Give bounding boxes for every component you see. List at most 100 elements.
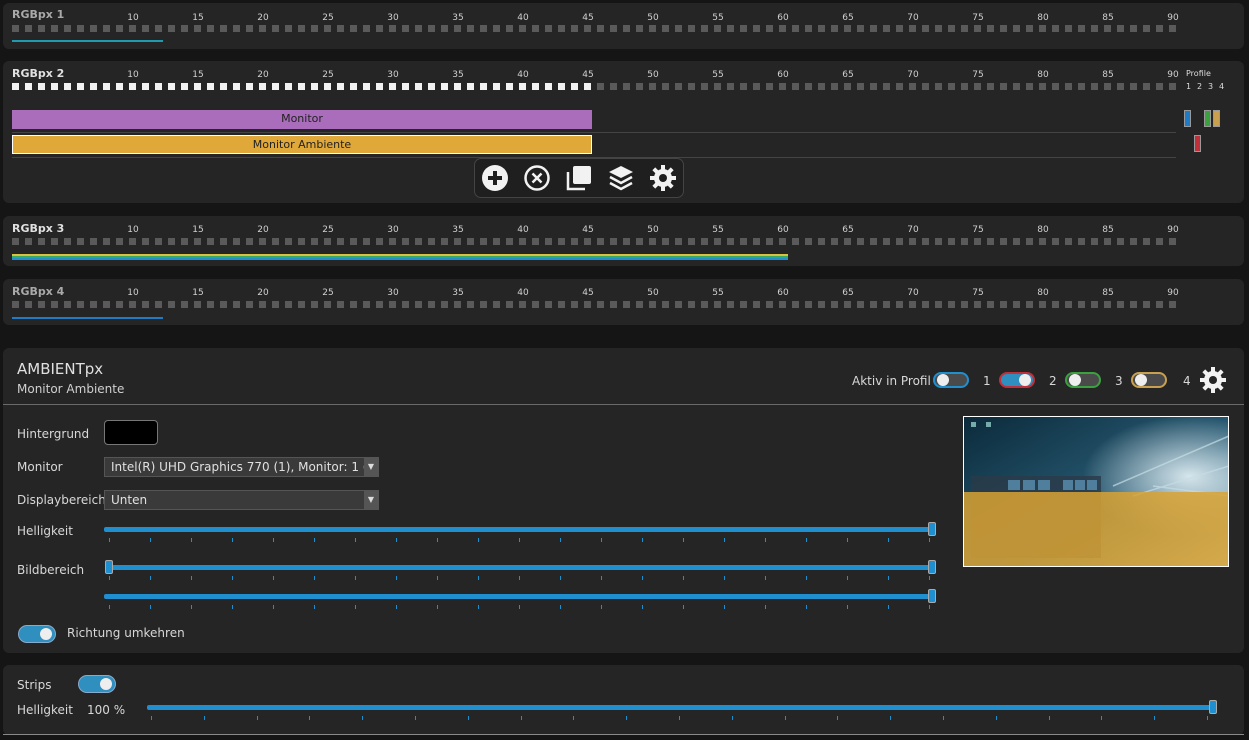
led	[337, 301, 344, 308]
led	[103, 83, 110, 90]
led	[610, 83, 617, 90]
led	[831, 83, 838, 90]
led	[623, 238, 630, 245]
gear-icon[interactable]	[649, 164, 677, 192]
led	[311, 301, 318, 308]
led	[454, 25, 461, 32]
led	[1091, 238, 1098, 245]
background-color-swatch[interactable]	[104, 420, 158, 445]
led	[675, 301, 682, 308]
led	[818, 25, 825, 32]
strip-title: RGBpx 3	[12, 222, 65, 235]
led	[1156, 83, 1163, 90]
profile-toggle-3[interactable]	[1065, 372, 1101, 388]
tick-mark	[467, 716, 469, 720]
led	[363, 301, 370, 308]
led	[155, 83, 162, 90]
led	[233, 25, 240, 32]
monitor-select[interactable]: Intel(R) UHD Graphics 770 (1), Monitor: …	[104, 457, 379, 477]
strip-color-bar	[12, 317, 163, 319]
led	[870, 238, 877, 245]
led	[935, 83, 942, 90]
led	[935, 238, 942, 245]
reverse-direction-toggle[interactable]	[18, 625, 56, 643]
led	[636, 301, 643, 308]
brightness-slider-handle[interactable]	[928, 522, 936, 536]
led	[1078, 238, 1085, 245]
led	[636, 25, 643, 32]
led	[493, 301, 500, 308]
led	[571, 238, 578, 245]
image-area-label: Bildbereich	[17, 563, 85, 577]
zone-monitor[interactable]: Monitor	[12, 110, 592, 129]
led	[233, 83, 240, 90]
led	[1013, 25, 1020, 32]
ruler-number: 10	[127, 225, 139, 235]
ambient-panel: AMBIENTpx Monitor Ambiente Aktiv in Prof…	[3, 348, 1244, 653]
zone-monitor-ambiente[interactable]: Monitor Ambiente	[12, 135, 592, 154]
brightness-slider[interactable]	[104, 527, 934, 532]
strips-brightness-handle[interactable]	[1209, 700, 1217, 714]
led	[779, 238, 786, 245]
copy-icon[interactable]	[565, 164, 593, 192]
led	[415, 238, 422, 245]
led	[1026, 25, 1033, 32]
led	[714, 301, 721, 308]
led	[805, 83, 812, 90]
gear-icon[interactable]	[1199, 366, 1227, 394]
led	[961, 238, 968, 245]
led	[285, 25, 292, 32]
led	[363, 238, 370, 245]
tick-mark	[929, 538, 930, 542]
image-area-start-handle[interactable]	[105, 560, 113, 574]
ruler-number: 90	[1167, 13, 1179, 23]
led	[922, 238, 929, 245]
led	[740, 83, 747, 90]
led	[948, 83, 955, 90]
ruler-number: 15	[192, 225, 204, 235]
led	[662, 25, 669, 32]
led	[1039, 25, 1046, 32]
strips-toggle[interactable]	[78, 675, 116, 693]
led	[480, 83, 487, 90]
tick-mark	[1154, 716, 1156, 720]
led	[285, 238, 292, 245]
led	[610, 25, 617, 32]
profile-toggle-4[interactable]	[1131, 372, 1167, 388]
ruler-number: 20	[257, 70, 269, 80]
led	[532, 301, 539, 308]
profile-toggle-1[interactable]	[933, 372, 969, 388]
plus-circle-icon[interactable]	[481, 164, 509, 192]
strips-panel: Strips Helligkeit 100 %	[3, 665, 1244, 735]
layers-icon[interactable]	[607, 164, 635, 192]
image-area-end-handle[interactable]	[928, 560, 936, 574]
close-circle-icon[interactable]	[523, 164, 551, 192]
tick-mark	[765, 576, 766, 580]
image-area-range-slider[interactable]	[108, 565, 934, 570]
led	[298, 301, 305, 308]
led	[766, 83, 773, 90]
led	[103, 238, 110, 245]
led	[38, 238, 45, 245]
led	[974, 301, 981, 308]
ruler-number: 60	[777, 13, 789, 23]
ruler-number: 25	[322, 225, 334, 235]
image-area-second-handle[interactable]	[928, 589, 936, 603]
display-area-select[interactable]: Unten ▼	[104, 490, 379, 510]
strips-brightness-slider[interactable]	[147, 705, 1211, 710]
ruler-number: 85	[1102, 288, 1114, 298]
profile-toggle-2[interactable]	[999, 372, 1035, 388]
tick-mark	[560, 605, 561, 609]
led	[805, 25, 812, 32]
led	[740, 238, 747, 245]
led	[545, 83, 552, 90]
tick-mark	[437, 605, 438, 609]
ruler-number: 20	[257, 288, 269, 298]
profile-marker-3	[1204, 110, 1211, 127]
led	[441, 301, 448, 308]
image-area-second-slider[interactable]	[104, 594, 934, 599]
screen-preview	[963, 416, 1229, 567]
led	[584, 238, 591, 245]
ruler-number: 80	[1037, 288, 1049, 298]
led	[662, 301, 669, 308]
